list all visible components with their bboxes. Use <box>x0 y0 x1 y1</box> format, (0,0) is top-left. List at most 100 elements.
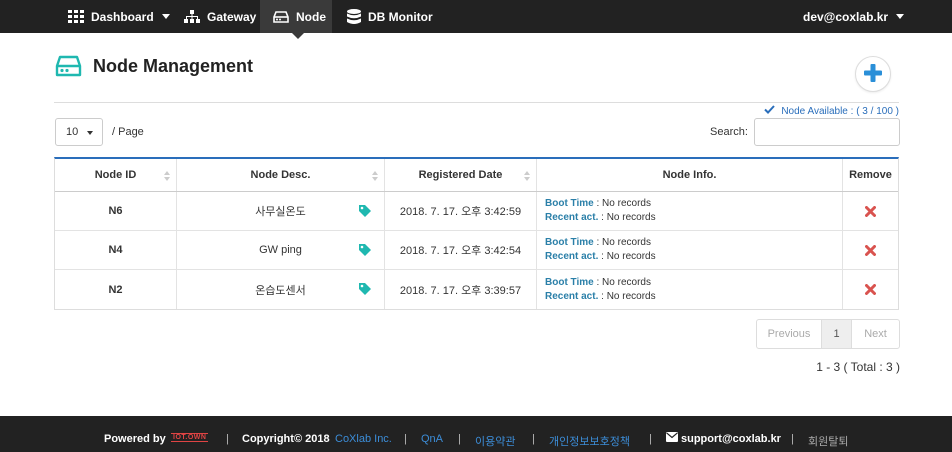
nav-dashboard-label: Dashboard <box>91 9 154 24</box>
top-navbar: Dashboard Gateway Node DB Monitor dev@co… <box>0 0 952 33</box>
nav-node-label: Node <box>296 9 326 24</box>
sort-icon <box>524 171 530 181</box>
copyright-text: Copyright© 2018 <box>242 433 330 445</box>
hdd-icon <box>55 55 82 80</box>
remove-cell <box>843 231 898 269</box>
user-email: dev@coxlab.kr <box>803 9 889 24</box>
node-id-cell: N6 <box>55 192 177 230</box>
pagination: Previous 1 Next <box>756 319 900 349</box>
privacy-policy-link[interactable]: 개인정보보호정책 <box>549 433 630 449</box>
powered-by-label: Powered by <box>104 433 166 445</box>
user-menu[interactable]: dev@coxlab.kr <box>803 0 905 33</box>
node-desc-text: GW ping <box>259 244 302 256</box>
page-title: Node Management <box>93 56 254 76</box>
table-row: N6 사무실온도 2018. 7. 17. 오후 3:42:59 Boot Ti… <box>55 192 898 231</box>
recent-act-value: : No records <box>601 290 656 302</box>
node-info-cell: Boot Time : No records Recent act. : No … <box>537 231 843 269</box>
node-desc-cell: 사무실온도 <box>177 192 385 230</box>
node-info-cell: Boot Time : No records Recent act. : No … <box>537 192 843 230</box>
nav-gateway[interactable]: Gateway <box>184 0 256 33</box>
plus-icon <box>864 63 882 85</box>
nav-db-monitor[interactable]: DB Monitor <box>347 0 433 33</box>
next-page-button[interactable]: Next <box>852 320 899 348</box>
tag-icon[interactable] <box>358 282 372 299</box>
node-desc-text: 온습도센서 <box>255 284 306 297</box>
title-divider <box>54 102 899 103</box>
footer-separator: | <box>226 433 229 445</box>
company-link[interactable]: CoXlab Inc. <box>335 433 392 445</box>
remove-cell <box>843 192 898 230</box>
boot-time-value: : No records <box>596 198 651 209</box>
footer-separator: | <box>404 433 407 445</box>
search-input[interactable] <box>754 118 900 146</box>
boot-time-value: : No records <box>596 237 651 248</box>
registered-date-cell: 2018. 7. 17. 오후 3:42:59 <box>385 192 537 230</box>
node-desc-text: 사무실온도 <box>255 206 306 218</box>
active-tab-pointer <box>292 33 304 39</box>
table-row: N4 GW ping 2018. 7. 17. 오후 3:42:54 Boot … <box>55 231 898 270</box>
page-size-select[interactable]: 10 <box>55 118 103 146</box>
nav-db-monitor-label: DB Monitor <box>368 9 433 24</box>
registered-date-cell: 2018. 7. 17. 오후 3:39:57 <box>385 270 537 309</box>
terms-link[interactable]: 이용약관 <box>475 433 515 449</box>
add-node-button[interactable] <box>855 56 891 92</box>
withdraw-link[interactable]: 회원탈퇴 <box>808 433 848 449</box>
node-id-cell: N4 <box>55 231 177 269</box>
boot-time-label: Boot Time <box>545 276 594 288</box>
table-row: N2 온습도센서 2018. 7. 17. 오후 3:39:57 Boot Ti… <box>55 270 898 309</box>
remove-cell <box>843 270 898 309</box>
boot-time-label: Boot Time <box>545 237 594 248</box>
column-header-node-id[interactable]: Node ID <box>55 159 177 191</box>
column-header-remove: Remove <box>849 169 892 181</box>
registered-date-cell: 2018. 7. 17. 오후 3:42:54 <box>385 231 537 269</box>
remove-icon[interactable] <box>865 284 876 295</box>
column-header-node-desc[interactable]: Node Desc. <box>177 159 385 191</box>
tag-icon[interactable] <box>358 243 372 260</box>
chevron-down-icon <box>896 14 905 19</box>
boot-time-label: Boot Time <box>545 198 594 209</box>
pagination-summary: 1 - 3 ( Total : 3 ) <box>816 360 900 374</box>
support-email-link[interactable]: support@coxlab.kr <box>681 433 781 445</box>
recent-act-value: : No records <box>601 251 656 262</box>
column-header-node-info: Node Info. <box>537 159 843 191</box>
footer-separator: | <box>532 433 535 445</box>
page-size-value: 10 <box>66 126 79 138</box>
page-button-current[interactable]: 1 <box>822 320 852 348</box>
node-info-cell: Boot Time : No records Recent act. : No … <box>537 270 843 309</box>
remove-icon[interactable] <box>865 205 876 217</box>
availability-text: Node Available : ( 3 / 100 ) <box>781 105 899 117</box>
check-icon <box>764 105 776 117</box>
node-desc-cell: 온습도센서 <box>177 270 385 309</box>
search-label: Search: <box>710 126 748 138</box>
tag-icon[interactable] <box>358 204 372 221</box>
iot-own-logo[interactable]: IOT.OWN <box>171 433 209 442</box>
recent-act-value: : No records <box>601 212 656 223</box>
remove-icon[interactable] <box>865 244 876 256</box>
hdd-icon <box>273 10 289 23</box>
recent-act-label: Recent act. <box>545 251 599 262</box>
footer-separator: | <box>649 433 652 445</box>
footer-separator: | <box>458 433 461 445</box>
envelope-icon <box>666 432 678 445</box>
nav-gateway-label: Gateway <box>207 9 257 24</box>
footer-separator: | <box>791 433 794 445</box>
recent-act-label: Recent act. <box>545 290 599 302</box>
recent-act-label: Recent act. <box>545 212 599 223</box>
column-header-registered-date[interactable]: Registered Date <box>385 159 537 191</box>
node-id-cell: N2 <box>55 270 177 309</box>
previous-page-button[interactable]: Previous <box>757 320 822 348</box>
boot-time-value: : No records <box>596 276 651 288</box>
node-table: Node ID Node Desc. Registered Date Node … <box>54 157 899 310</box>
grid-icon <box>68 10 84 23</box>
sitemap-icon <box>184 9 200 24</box>
chevron-down-icon <box>161 14 170 19</box>
per-page-label: / Page <box>112 126 144 138</box>
sort-icon <box>372 171 378 181</box>
node-availability: Node Available : ( 3 / 100 ) <box>764 105 899 117</box>
table-header: Node ID Node Desc. Registered Date Node … <box>55 159 898 192</box>
qna-link[interactable]: QnA <box>421 433 443 445</box>
nav-dashboard[interactable]: Dashboard <box>68 0 170 33</box>
node-desc-cell: GW ping <box>177 231 385 269</box>
database-icon <box>347 8 361 25</box>
nav-node[interactable]: Node <box>260 0 332 33</box>
